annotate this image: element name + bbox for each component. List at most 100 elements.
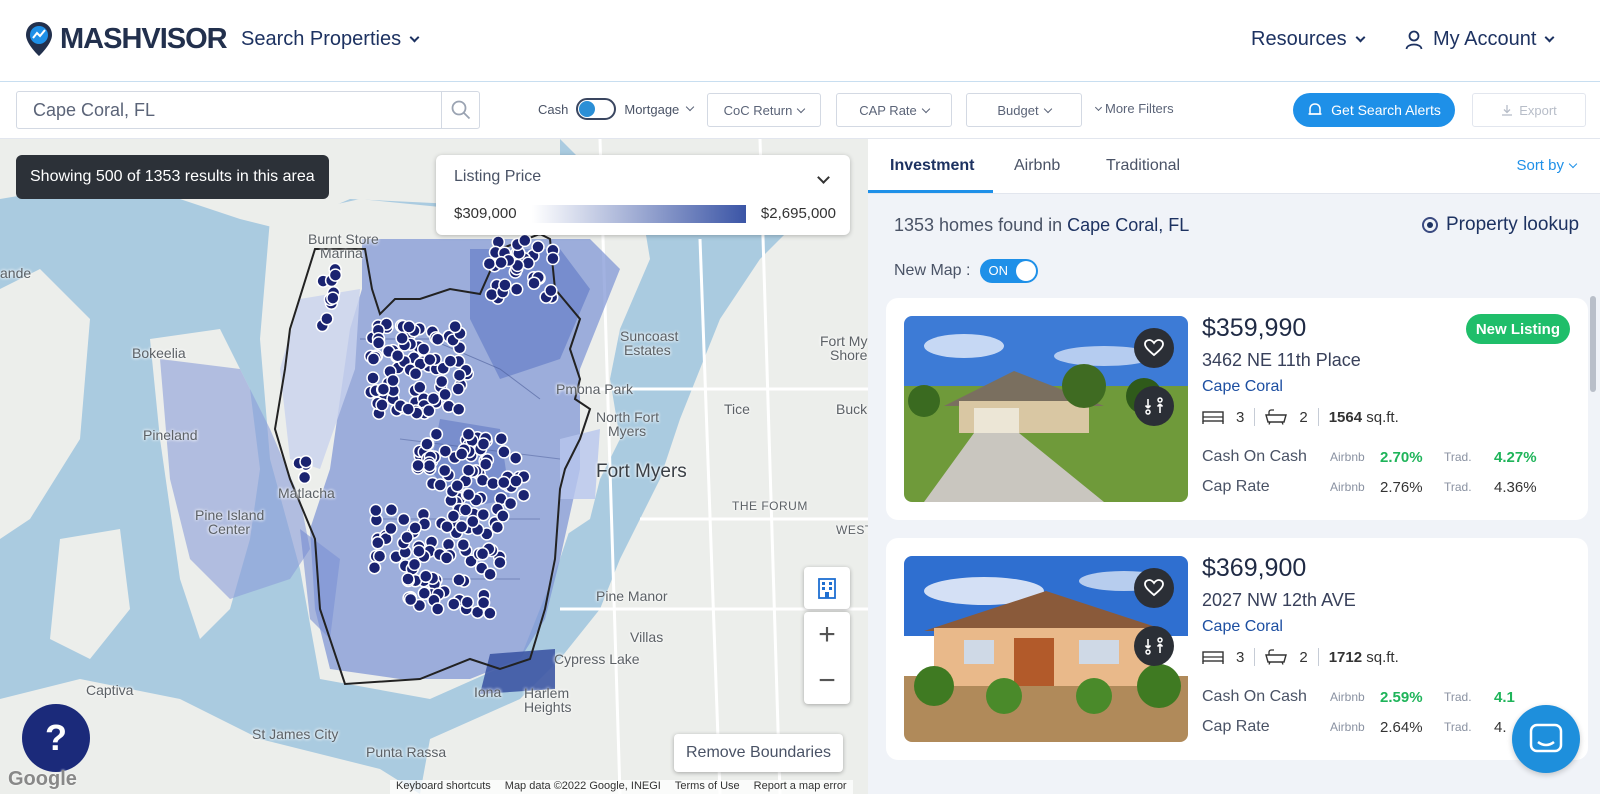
panel-scrollbar[interactable] [1590, 296, 1596, 392]
help-button[interactable]: ? [22, 704, 90, 772]
compare-button[interactable] [1134, 386, 1174, 426]
property-marker[interactable] [544, 283, 558, 298]
property-marker[interactable] [446, 509, 461, 523]
chat-button[interactable] [1512, 705, 1580, 773]
property-marker[interactable] [408, 367, 423, 381]
property-marker[interactable] [416, 342, 431, 356]
property-marker[interactable] [299, 454, 313, 469]
property-marker[interactable] [497, 475, 511, 490]
property-marker[interactable] [478, 457, 493, 471]
property-marker[interactable] [401, 572, 415, 586]
property-marker[interactable] [454, 520, 469, 534]
property-marker[interactable] [403, 592, 418, 607]
property-marker[interactable] [390, 348, 405, 363]
property-marker[interactable] [320, 311, 334, 326]
property-marker[interactable] [484, 287, 499, 302]
keyboard-shortcuts-link[interactable]: Keyboard shortcuts [396, 780, 491, 794]
export-button[interactable]: Export [1472, 93, 1586, 127]
property-marker[interactable] [430, 332, 445, 346]
listing-address[interactable]: 2027 NW 12th AVE [1202, 590, 1356, 611]
favorite-button[interactable] [1134, 568, 1174, 608]
property-marker[interactable] [438, 444, 453, 458]
get-search-alerts-button[interactable]: Get Search Alerts [1293, 93, 1455, 127]
listing-photo[interactable] [904, 316, 1188, 502]
property-marker[interactable] [376, 382, 391, 396]
budget-filter[interactable]: Budget [966, 93, 1082, 127]
property-marker[interactable] [490, 520, 505, 534]
sort-by-dropdown[interactable]: Sort by [1516, 157, 1578, 174]
map-view[interactable]: Showing 500 of 1353 results in this area… [0, 139, 868, 794]
property-marker[interactable] [452, 368, 467, 382]
property-marker[interactable] [466, 514, 480, 529]
property-marker[interactable] [450, 479, 465, 493]
property-marker[interactable] [402, 320, 416, 334]
property-marker[interactable] [483, 567, 497, 581]
property-marker[interactable] [494, 255, 508, 270]
listing-card[interactable]: $369,900 2027 NW 12th AVE Cape Coral 3 2… [886, 538, 1588, 760]
property-marker[interactable] [508, 451, 523, 465]
property-marker[interactable] [434, 374, 449, 389]
mortgage-dropdown[interactable]: Mortgage [624, 102, 679, 117]
property-marker[interactable] [375, 398, 389, 412]
property-marker[interactable] [297, 470, 312, 485]
property-marker[interactable] [366, 352, 381, 366]
property-marker[interactable] [461, 463, 476, 477]
property-marker[interactable] [452, 573, 466, 587]
remove-boundaries-button[interactable]: Remove Boundaries [674, 734, 843, 772]
property-marker[interactable] [422, 404, 436, 418]
property-marker[interactable] [419, 569, 433, 584]
property-marker[interactable] [454, 447, 469, 461]
property-marker[interactable] [441, 537, 456, 552]
zoom-out-button[interactable]: − [804, 658, 850, 704]
nav-resources[interactable]: Resources [1251, 28, 1366, 51]
listing-card[interactable]: $359,990 New Listing 3462 NE 11th Place … [886, 298, 1588, 520]
property-marker[interactable] [498, 278, 512, 292]
property-marker[interactable] [367, 560, 382, 575]
property-marker[interactable] [371, 536, 385, 550]
buildings-layer-button[interactable] [804, 567, 850, 609]
property-marker[interactable] [384, 503, 399, 517]
tab-airbnb[interactable]: Airbnb [1014, 157, 1060, 175]
property-marker[interactable] [407, 557, 422, 572]
listing-address[interactable]: 3462 NE 11th Place [1202, 350, 1361, 371]
property-marker[interactable] [437, 463, 452, 478]
property-marker[interactable] [497, 445, 511, 459]
property-marker[interactable] [527, 276, 541, 290]
chevron-down-icon[interactable] [817, 171, 830, 184]
cap-rate-filter[interactable]: CAP Rate [836, 93, 952, 127]
property-marker[interactable] [461, 427, 476, 442]
property-marker[interactable] [503, 496, 518, 511]
listing-city[interactable]: Cape Coral [1202, 378, 1283, 396]
coc-return-filter[interactable]: CoC Return [707, 93, 821, 127]
property-marker[interactable] [429, 427, 444, 441]
listing-photo[interactable] [904, 556, 1188, 742]
zoom-in-button[interactable]: + [804, 612, 850, 658]
property-marker[interactable] [493, 555, 507, 570]
property-marker[interactable] [451, 382, 465, 396]
tab-traditional[interactable]: Traditional [1106, 157, 1180, 175]
property-marker[interactable] [461, 487, 476, 502]
property-marker[interactable] [476, 507, 491, 522]
property-marker[interactable] [420, 437, 434, 451]
property-marker[interactable] [384, 521, 398, 536]
compare-button[interactable] [1134, 626, 1174, 666]
property-marker[interactable] [433, 478, 447, 492]
property-marker[interactable] [328, 268, 343, 282]
terms-link[interactable]: Terms of Use [675, 780, 740, 794]
tab-investment[interactable]: Investment [890, 157, 974, 175]
property-marker[interactable] [456, 537, 471, 552]
report-error-link[interactable]: Report a map error [754, 780, 847, 794]
property-marker[interactable] [447, 597, 461, 611]
property-marker[interactable] [371, 336, 386, 350]
property-marker[interactable] [496, 509, 510, 523]
property-marker[interactable] [408, 521, 422, 535]
property-marker[interactable] [438, 387, 452, 402]
new-map-toggle[interactable]: ON [980, 259, 1039, 283]
more-filters-button[interactable]: More Filters [1094, 101, 1174, 116]
property-marker[interactable] [460, 595, 475, 609]
nav-my-account[interactable]: My Account [1405, 28, 1555, 51]
location-search-input[interactable] [17, 92, 441, 128]
property-marker[interactable] [458, 503, 473, 517]
property-marker[interactable] [509, 282, 524, 297]
property-marker[interactable] [483, 606, 497, 621]
